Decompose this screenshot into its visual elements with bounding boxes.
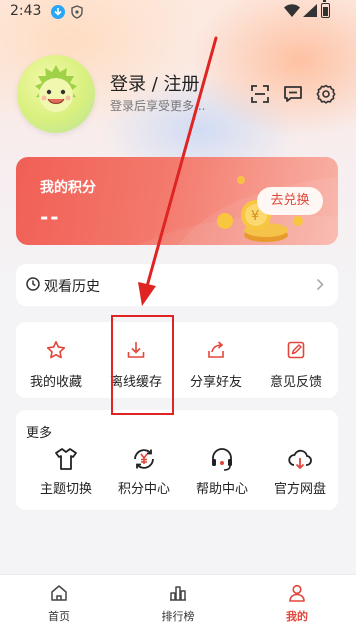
watch-history-label: 观看历史 [44,279,100,295]
signal-icon [303,4,317,17]
ranking-icon [170,586,186,601]
status-time: 2:43 [10,3,42,19]
redeem-button[interactable]: 去兑换 [257,187,323,215]
more-title: 更多 [26,426,53,441]
tab-mine-label: 我的 [286,610,308,623]
official-drive-button[interactable]: 官方网盘 [260,442,340,506]
header-background [0,0,356,300]
points-center-button[interactable]: 积分中心 [104,442,184,506]
tshirt-icon [55,448,77,470]
star-icon [46,341,66,359]
shield-icon [71,5,83,19]
official-drive-label: 官方网盘 [273,482,326,497]
edit-icon [287,341,305,359]
points-yen-icon [134,449,154,469]
help-center-button[interactable]: 帮助中心 [182,442,262,506]
home-icon [51,585,67,601]
quick-actions-card: 我的收藏 离线缓存 分享好友 意见反馈 [16,322,338,398]
wifi-icon [284,4,300,17]
share-friends-label: 分享好友 [189,375,242,390]
settings-gear-icon[interactable] [316,84,336,104]
clock-icon [26,277,40,291]
points-value: -- [40,205,61,229]
help-center-label: 帮助中心 [195,482,248,497]
avatar[interactable] [17,55,95,133]
svg-text:¥: ¥ [251,209,259,224]
tab-mine[interactable]: 我的 [238,575,356,628]
headset-icon [212,448,232,471]
points-card[interactable]: ¥ 我的积分 -- 去兑换 [16,157,338,245]
more-card: 更多 主题切换 积分中心 帮助中心 官方网盘 [16,410,338,510]
feedback-button[interactable]: 意见反馈 [256,322,336,398]
share-friends-button[interactable]: 分享好友 [176,322,256,398]
watch-history-row[interactable]: 观看历史 [16,264,338,306]
highlight-box [111,315,174,415]
favorites-label: 我的收藏 [29,375,82,390]
login-subtitle: 登录后享受更多... [110,99,206,113]
tab-ranking[interactable]: 排行榜 [119,575,237,628]
cloud-download-icon [288,449,312,470]
points-title: 我的积分 [40,180,96,196]
theme-switch-label: 主题切换 [39,482,92,497]
battery-icon [321,0,330,18]
tab-ranking-label: 排行榜 [161,610,195,623]
bottom-tab-bar: 首页 排行榜 我的 [0,574,356,628]
scan-icon[interactable] [250,84,270,104]
tab-home-label: 首页 [48,610,70,623]
feedback-label: 意见反馈 [269,375,322,390]
theme-switch-button[interactable]: 主题切换 [26,442,106,506]
chevron-right-icon [316,278,324,291]
login-register-link[interactable]: 登录 / 注册 [110,70,200,96]
download-status-icon [51,5,65,19]
tab-home[interactable]: 首页 [0,575,118,628]
profile-icon [289,584,305,602]
status-bar: 2:43 [0,0,356,26]
favorites-button[interactable]: 我的收藏 [16,322,96,398]
points-center-label: 积分中心 [117,482,170,497]
message-icon[interactable] [283,84,303,104]
share-icon [208,341,224,358]
